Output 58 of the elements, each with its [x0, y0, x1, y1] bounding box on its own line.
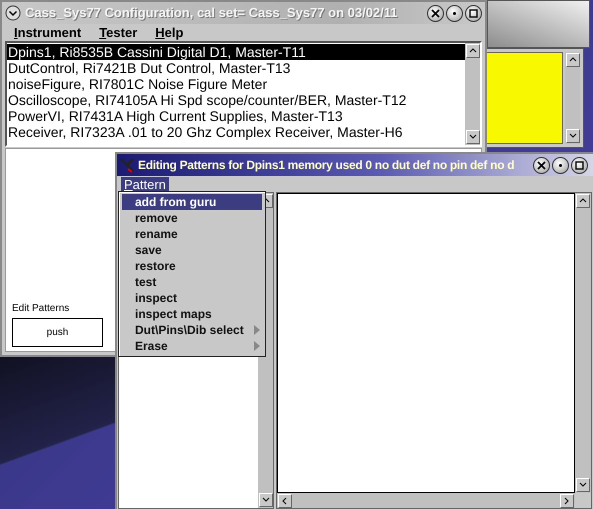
menu-item[interactable]: inspect maps: [122, 306, 262, 322]
scroll-up-button[interactable]: [466, 44, 480, 58]
scroll-left-button[interactable]: [278, 494, 292, 508]
scroll-right-button[interactable]: [560, 494, 574, 508]
menu-item[interactable]: restore: [122, 258, 262, 274]
menu-item[interactable]: Help: [155, 22, 184, 42]
arrow-down-icon: [468, 133, 476, 141]
window-title: Editing Patterns for Dpins1 memory used 0 no dut def no pin def no d: [138, 157, 516, 174]
scrollbar[interactable]: [565, 52, 580, 144]
menu-item[interactable]: rename: [122, 226, 262, 242]
menu-item[interactable]: add from guru: [122, 194, 262, 210]
arrow-right-icon: [563, 496, 571, 504]
close-button[interactable]: [533, 156, 550, 174]
minimize-button[interactable]: [446, 4, 463, 22]
window-title: Cass_Sys77 Configuration, cal set= Cass_Sys77 on 03/02/11: [25, 4, 399, 22]
menu-item[interactable]: Erase: [122, 338, 262, 354]
scrollbar[interactable]: [277, 493, 575, 508]
instrument-item[interactable]: Dpins1, Ri8535B Cassini Digital D1, Master-T11: [7, 44, 465, 60]
scroll-up-button[interactable]: [566, 53, 580, 67]
instrument-item[interactable]: Oscilloscope, RI74105A Hi Spd scope/counter/BER, Master-T12: [7, 92, 465, 108]
arrow-up-icon: [468, 47, 476, 55]
close-icon: [431, 8, 440, 18]
close-button[interactable]: [427, 4, 444, 22]
menu-item[interactable]: Instrument: [14, 22, 82, 42]
tool-icon: [119, 157, 135, 173]
maximize-icon: [575, 160, 584, 170]
instrument-item[interactable]: noiseFigure, RI7801C Noise Figure Meter: [7, 76, 465, 92]
arrow-up-icon: [579, 197, 587, 205]
menu-item[interactable]: remove: [122, 210, 262, 226]
scroll-down-button[interactable]: [576, 478, 590, 492]
menu-item[interactable]: test: [122, 274, 262, 290]
arrow-down-icon: [262, 496, 270, 504]
minimize-button[interactable]: [552, 156, 569, 174]
arrow-up-icon: [568, 56, 576, 64]
menu-item[interactable]: save: [122, 242, 262, 258]
scroll-down-button[interactable]: [258, 493, 272, 507]
menu-item[interactable]: Dut\Pins\Dib select: [122, 322, 262, 338]
scrollbar[interactable]: [575, 193, 591, 493]
scrollbar[interactable]: [465, 43, 480, 145]
instrument-item[interactable]: PowerVI, RI7431A High Current Supplies, Master-T13: [7, 108, 465, 124]
scroll-down-button[interactable]: [466, 130, 480, 144]
menu-item[interactable]: Tester: [99, 22, 138, 42]
close-icon: [537, 160, 546, 170]
maximize-button[interactable]: [465, 4, 482, 22]
instrument-item[interactable]: DutControl, Ri7421B Dut Control, Master-T13: [7, 60, 465, 76]
push-button[interactable]: push: [12, 318, 103, 347]
scroll-down-button[interactable]: [566, 129, 580, 143]
menu-item[interactable]: inspect: [122, 290, 262, 306]
chevron-down-icon[interactable]: [5, 5, 21, 21]
menu-item[interactable]: Pattern: [121, 176, 169, 192]
arrow-down-icon: [568, 132, 576, 140]
maximize-icon: [469, 8, 478, 18]
instrument-item[interactable]: Receiver, RI7323A .01 to 20 Ghz Complex Receiver, Master-H6: [7, 124, 465, 140]
edit-patterns-label: Edit Patterns: [12, 302, 70, 316]
arrow-left-icon: [281, 496, 289, 504]
arrow-down-icon: [579, 481, 587, 489]
scroll-up-button[interactable]: [576, 194, 590, 208]
maximize-button[interactable]: [571, 156, 588, 174]
